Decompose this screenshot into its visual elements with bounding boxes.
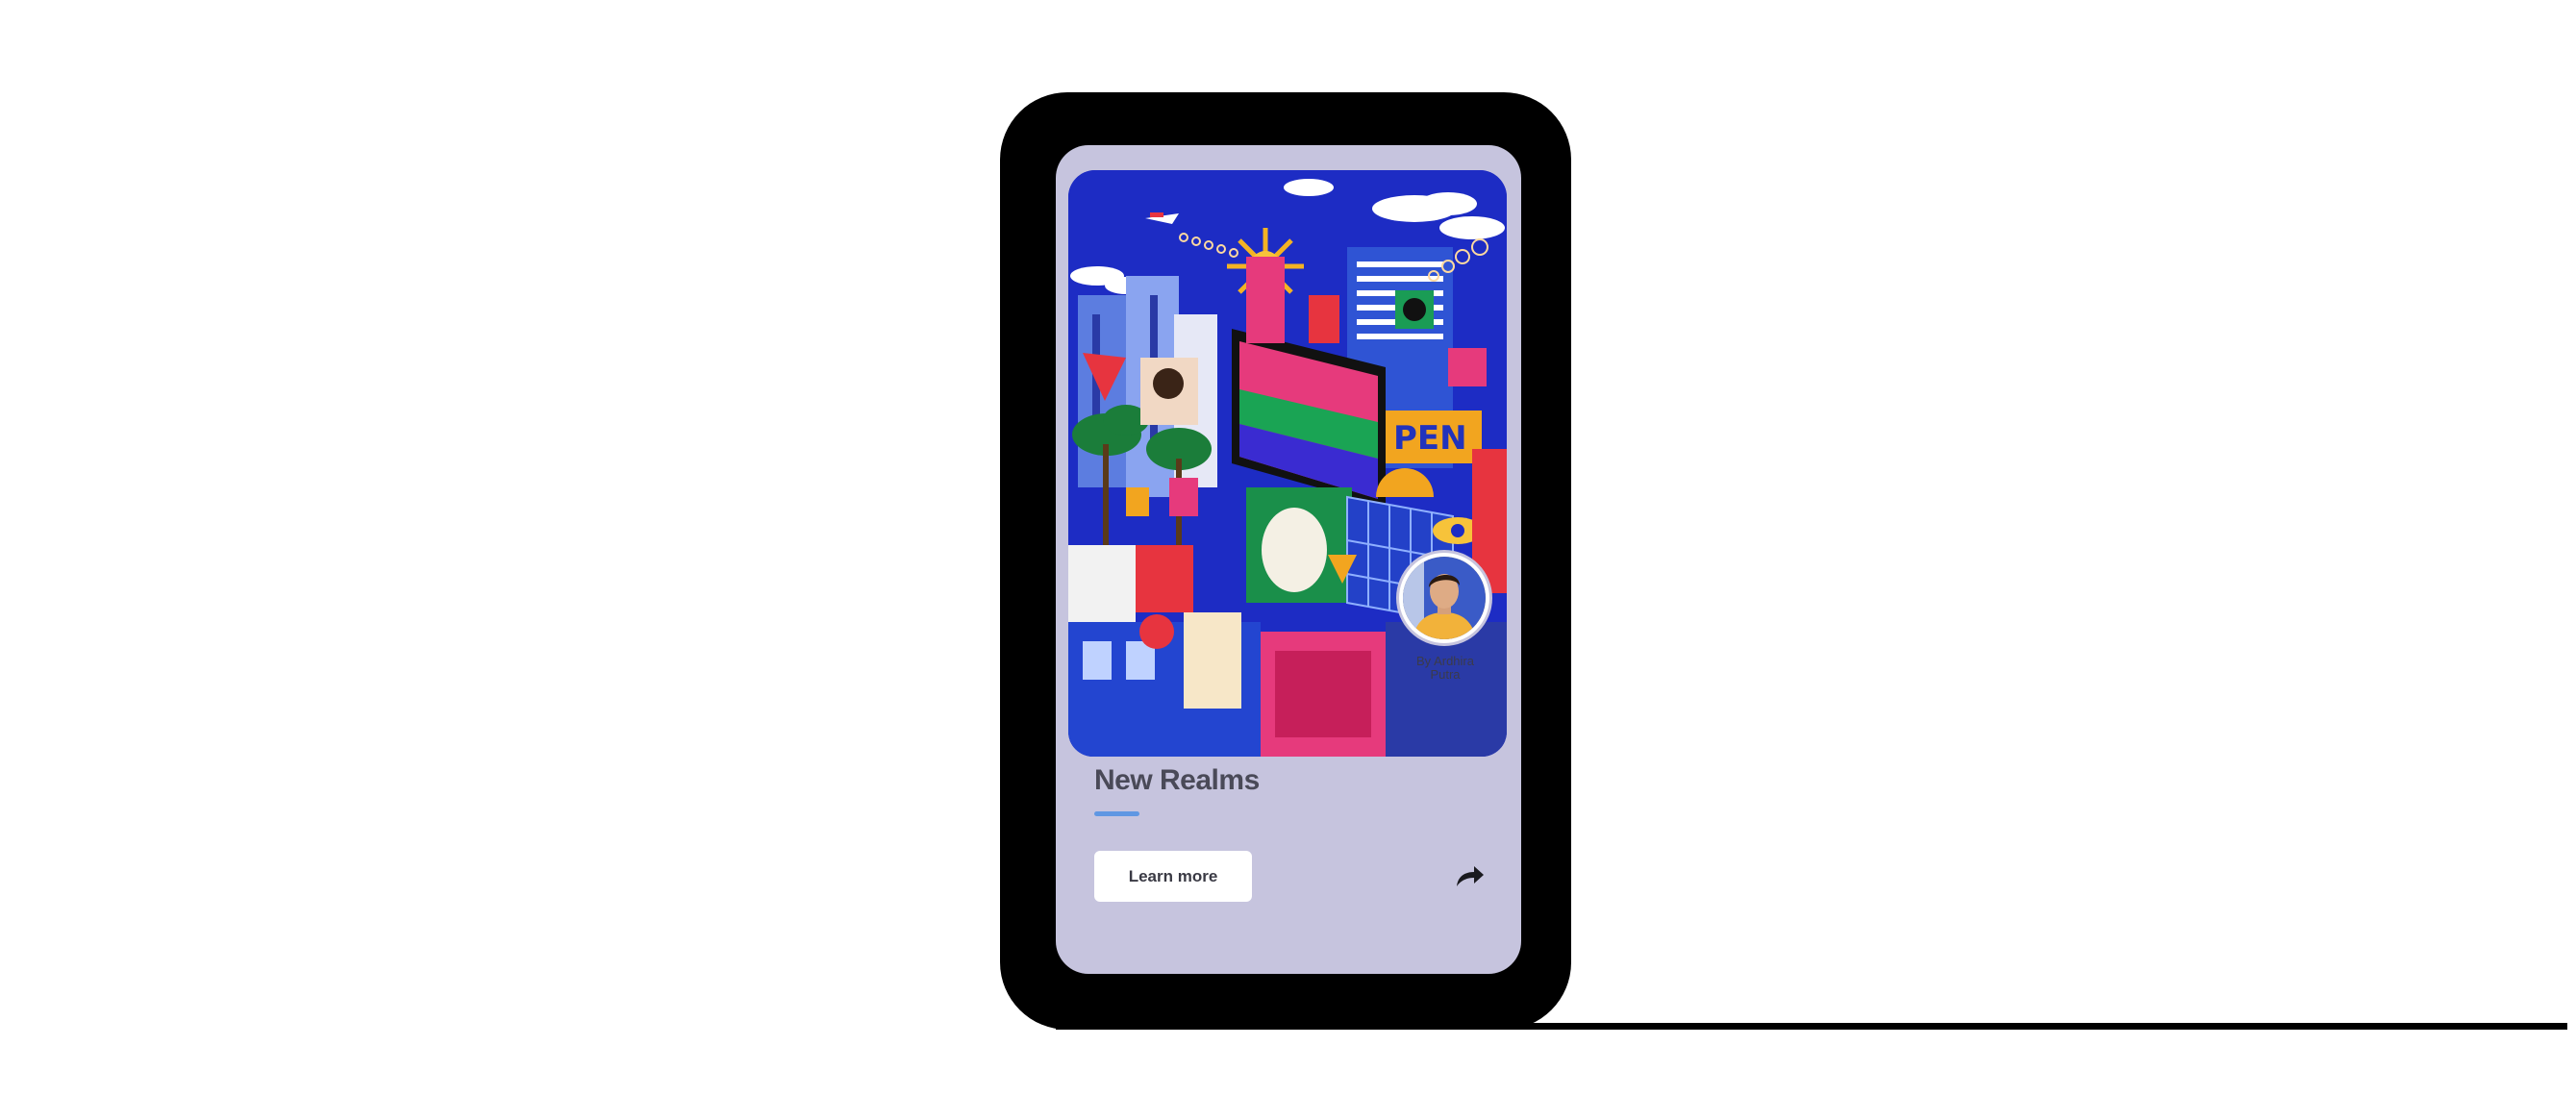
floor-line [1500,1023,2567,1030]
artist-avatar[interactable] [1399,553,1489,643]
title-underline [1094,811,1139,816]
artist-credit-line2: Putra [1430,667,1461,682]
svg-text:PEN: PEN [1393,419,1467,458]
card-title: New Realms [1094,764,1260,796]
bezel-step-top [1075,92,1496,106]
share-arrow-icon[interactable] [1454,863,1487,890]
page-stage: PEN By Ardhira Putra New Realms Learn mo… [0,0,2576,1120]
artist-credit-line1: By Ardhira [1416,654,1474,668]
artist-credit: By Ardhira Putra [1392,655,1498,682]
avatar-photo [1403,557,1486,639]
learn-more-button[interactable]: Learn more [1094,851,1252,902]
artwork-card: PEN By Ardhira Putra New Realms Learn mo… [1056,145,1521,974]
bezel-step-bottom [1056,1011,1515,1030]
